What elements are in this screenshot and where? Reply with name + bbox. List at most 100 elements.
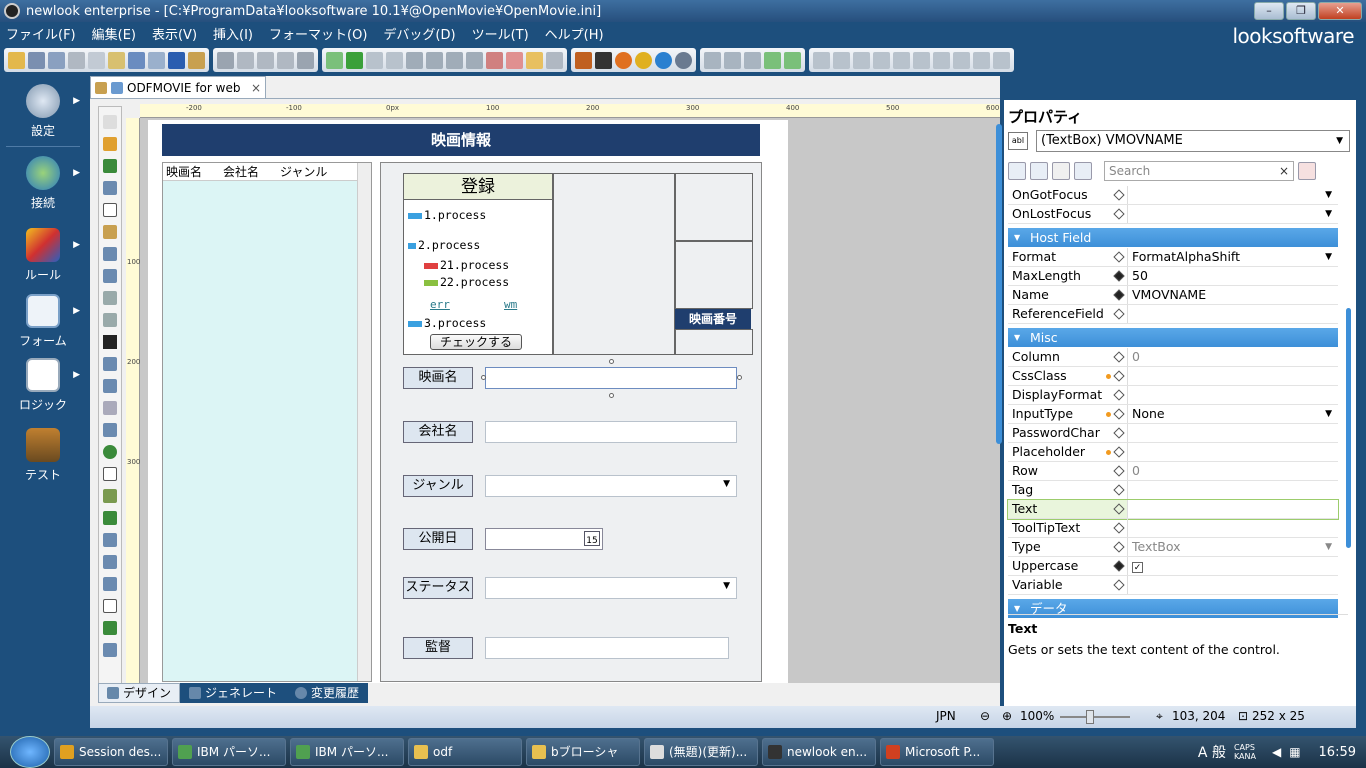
uppercase-checkbox[interactable]: ✓ (1132, 562, 1143, 573)
brush-icon[interactable] (188, 51, 205, 69)
box-tool-icon[interactable] (103, 467, 117, 481)
zoom-slider[interactable] (1060, 710, 1130, 724)
progress-tool-icon[interactable] (103, 511, 117, 525)
key-tool-icon[interactable] (103, 621, 117, 635)
property-row[interactable]: OnGotFocus ▼ (1008, 186, 1338, 205)
image-tool-icon[interactable] (103, 225, 117, 239)
menu-tool-icon[interactable] (103, 555, 117, 569)
menu-view[interactable]: 表示(V) (152, 24, 197, 43)
form-title[interactable]: 映画情報 (162, 124, 760, 156)
align-icon[interactable] (704, 51, 721, 69)
property-category[interactable]: Misc (1008, 328, 1338, 347)
frame-tool-icon[interactable] (103, 291, 117, 305)
copy-icon[interactable] (88, 51, 105, 69)
pause-icon[interactable] (366, 51, 383, 69)
list-header-movie[interactable]: 映画名 (166, 163, 202, 180)
zoom-slider-knob[interactable] (1086, 710, 1094, 724)
canvas-scrollbar[interactable] (996, 124, 1002, 444)
redo-icon[interactable] (148, 51, 165, 69)
zoom-out-icon[interactable]: ⊖ (980, 709, 990, 723)
nav-connections[interactable]: 接続 ▶ (0, 156, 86, 211)
menu-file[interactable]: ファイル(F) (6, 24, 76, 43)
err-link[interactable]: err (430, 298, 450, 311)
datagrid-tool-icon[interactable] (103, 423, 117, 437)
taskbar-item[interactable]: (無題)(更新)... (644, 738, 758, 766)
taskbar-item[interactable]: odf (408, 738, 522, 766)
indent-icon[interactable] (724, 51, 741, 69)
align-left-icon[interactable] (813, 51, 830, 69)
pointer-icon[interactable] (103, 115, 117, 129)
clear-search-icon[interactable]: × (1279, 162, 1289, 180)
eraser-icon[interactable] (1298, 162, 1316, 180)
chevron-down-icon[interactable]: ▼ (1325, 405, 1332, 423)
run-icon[interactable] (346, 51, 363, 69)
scroll-tool-icon[interactable] (103, 533, 117, 547)
find-next-icon[interactable] (237, 51, 254, 69)
property-value[interactable]: ▼ (1128, 205, 1338, 223)
table-tool-icon[interactable] (103, 269, 117, 283)
property-row[interactable]: PasswordChar (1008, 424, 1338, 443)
scroll-thumb[interactable] (1346, 308, 1351, 548)
document-tab[interactable]: ODFMOVIE for web × (90, 76, 266, 98)
property-row[interactable]: Name VMOVNAME (1008, 286, 1338, 305)
menu-help[interactable]: ヘルプ(H) (545, 24, 604, 43)
taskbar-item[interactable]: IBM パーソ... (172, 738, 286, 766)
status-dropdown[interactable]: ▼ (485, 577, 737, 599)
events-icon[interactable] (1074, 162, 1092, 180)
layers-icon[interactable] (297, 51, 314, 69)
process-1[interactable]: 1.process (408, 208, 486, 222)
maximize-button[interactable]: ❐ (1286, 2, 1316, 20)
chevron-down-icon[interactable]: ▼ (1325, 205, 1332, 223)
property-value[interactable] (1128, 424, 1338, 442)
menu-edit[interactable]: 編集(E) (92, 24, 136, 43)
textbox-tool-icon[interactable] (103, 203, 117, 217)
add-row-icon[interactable] (764, 51, 781, 69)
shape-icon[interactable] (103, 137, 117, 151)
minimize-button[interactable]: – (1254, 2, 1284, 20)
properties-scrollbar[interactable] (1344, 188, 1352, 688)
property-value[interactable] (1128, 500, 1338, 518)
process-3[interactable]: 3.process (408, 316, 486, 330)
property-value[interactable]: FormatAlphaShift ▼ (1128, 248, 1338, 266)
close-tab-icon[interactable]: × (251, 81, 261, 95)
process-21[interactable]: 21.process (424, 258, 509, 272)
nav-forms[interactable]: フォーム ▶ (0, 294, 86, 349)
property-value[interactable] (1128, 576, 1338, 594)
movie-name-field[interactable] (485, 367, 737, 389)
watch-icon[interactable] (546, 51, 563, 69)
property-row[interactable]: ToolTipText (1008, 519, 1338, 538)
director-field[interactable] (485, 637, 729, 659)
breakpoint-icon[interactable] (486, 51, 503, 69)
find-icon[interactable] (217, 51, 234, 69)
radio-tool-icon[interactable] (103, 445, 117, 459)
ie-icon[interactable] (655, 51, 672, 69)
stop-icon[interactable] (386, 51, 403, 69)
property-value[interactable] (1128, 386, 1338, 404)
taskbar-item[interactable]: IBM パーソ... (290, 738, 404, 766)
resize-handle[interactable] (737, 375, 742, 380)
movie-number-field[interactable] (675, 329, 753, 355)
picture-tool-icon[interactable] (103, 489, 117, 503)
property-value[interactable] (1128, 481, 1338, 499)
align-right-icon[interactable] (853, 51, 870, 69)
help-icon[interactable] (168, 51, 185, 69)
step-out-icon[interactable] (446, 51, 463, 69)
property-row[interactable]: OnLostFocus ▼ (1008, 205, 1338, 224)
media-tool-icon[interactable] (103, 401, 117, 415)
property-row[interactable]: Type TextBox ▼ (1008, 538, 1338, 557)
align-top-icon[interactable] (873, 51, 890, 69)
grid-tool-icon[interactable] (103, 247, 117, 261)
firefox-icon[interactable] (615, 51, 632, 69)
clear-breakpoint-icon[interactable] (506, 51, 523, 69)
tree-tool-icon[interactable] (103, 643, 117, 657)
property-row[interactable]: Variable (1008, 576, 1338, 595)
safari-icon[interactable] (675, 51, 692, 69)
property-value[interactable]: 50 (1128, 267, 1338, 285)
property-row[interactable]: CssClass (1008, 367, 1338, 386)
property-value[interactable]: ▼ (1128, 186, 1338, 204)
menu-tools[interactable]: ツール(T) (472, 24, 529, 43)
nav-settings[interactable]: 設定 ▶ (0, 84, 86, 139)
property-value[interactable]: 0 (1128, 348, 1338, 366)
property-value[interactable] (1128, 305, 1338, 323)
genre-dropdown[interactable]: ▼ (485, 475, 737, 497)
